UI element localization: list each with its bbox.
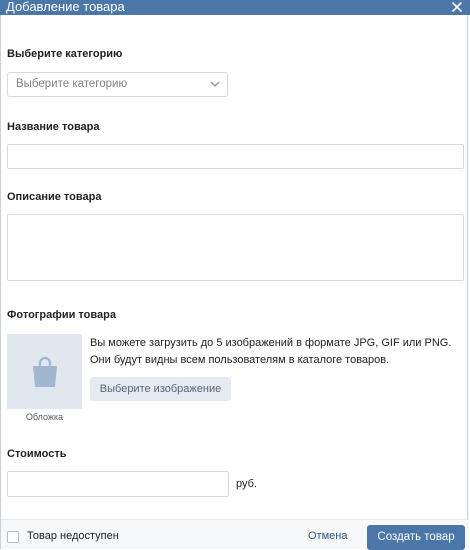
category-select-value: Выберите категорию xyxy=(16,78,128,90)
product-name-input[interactable] xyxy=(7,144,464,169)
shopping-bag-icon xyxy=(33,356,57,387)
product-description-label: Описание товара xyxy=(7,191,102,203)
dialog-title: Добавление товара xyxy=(6,0,125,14)
category-select[interactable]: Выберите категорию xyxy=(7,72,228,97)
close-icon[interactable] xyxy=(450,0,464,14)
chevron-down-icon xyxy=(210,81,220,87)
cover-image-placeholder[interactable] xyxy=(7,334,82,409)
product-description-textarea[interactable] xyxy=(7,214,464,281)
add-product-dialog: Добавление товара Выберите категорию Выб… xyxy=(0,0,470,550)
price-input[interactable] xyxy=(7,471,229,497)
dialog-footer: Товар недоступен Отмена Создать товар xyxy=(1,519,469,550)
currency-label: руб. xyxy=(236,478,257,490)
category-label: Выберите категорию xyxy=(7,48,123,60)
choose-image-button[interactable]: Выберите изображение xyxy=(90,377,231,401)
product-photos-label: Фотографии товара xyxy=(7,309,116,321)
price-label: Стоимость xyxy=(7,448,67,460)
create-product-button[interactable]: Создать товар xyxy=(367,525,465,550)
photos-description: Вы можете загрузить до 5 изображений в ф… xyxy=(90,337,452,366)
cover-caption: Обложка xyxy=(25,412,64,422)
unavailable-checkbox[interactable] xyxy=(7,531,19,543)
unavailable-checkbox-label[interactable]: Товар недоступен xyxy=(27,530,119,542)
cancel-link[interactable]: Отмена xyxy=(308,530,347,542)
product-name-label: Название товара xyxy=(7,121,100,133)
dialog-titlebar: Добавление товара xyxy=(0,0,470,15)
